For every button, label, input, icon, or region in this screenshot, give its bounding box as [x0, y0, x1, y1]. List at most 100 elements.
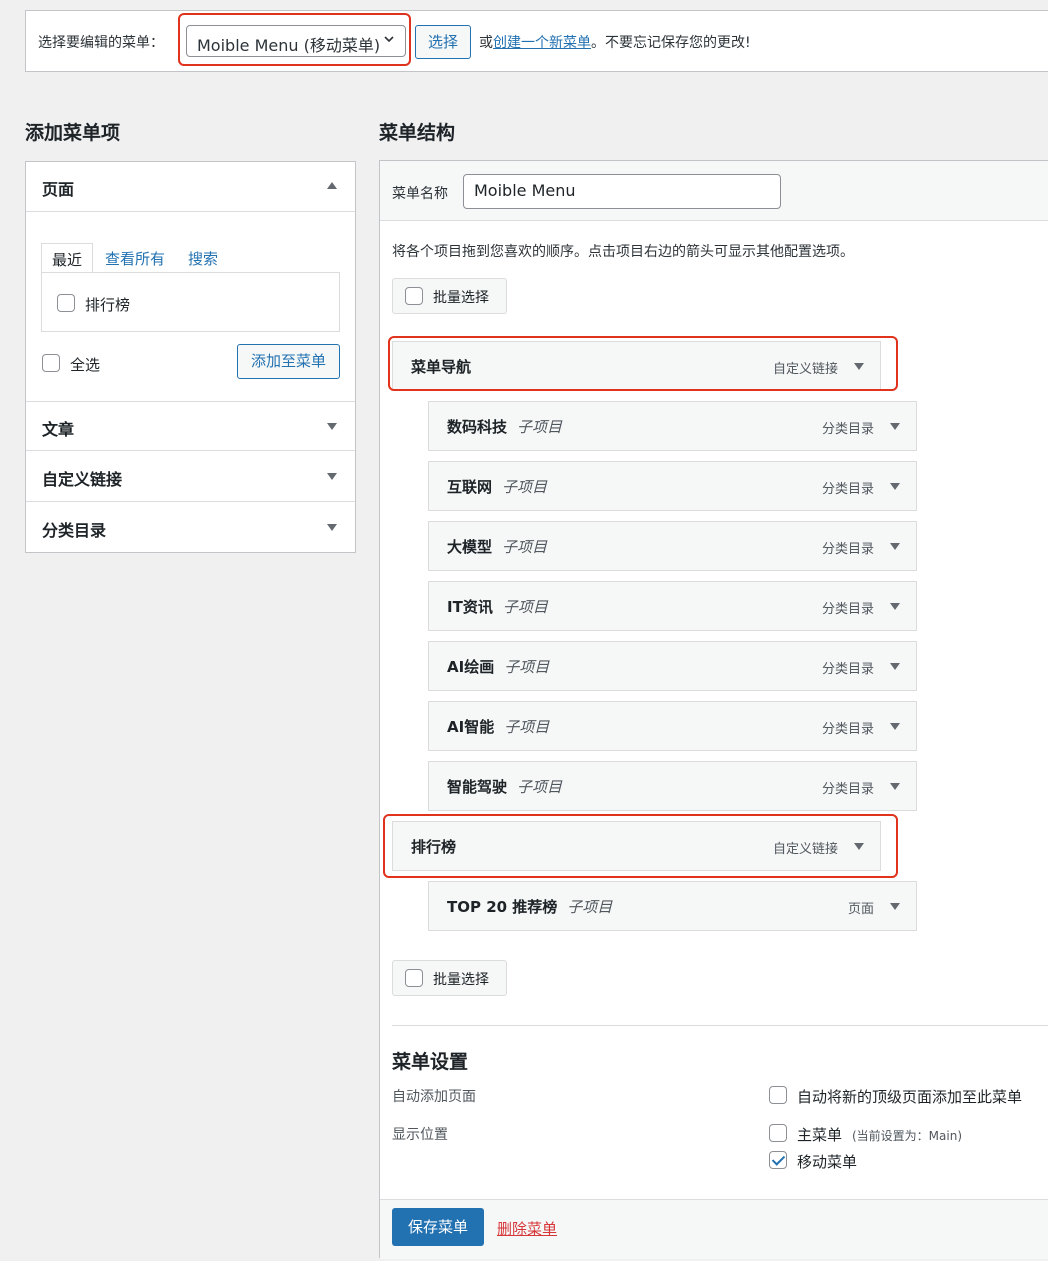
menu-item-title: TOP 20 推荐榜 子项目 — [447, 898, 613, 916]
save-reminder: 。不要忘记保存您的更改! — [591, 35, 751, 51]
menu-name-label: 菜单名称 — [392, 186, 448, 202]
menu-item-title: 互联网 子项目 — [447, 478, 548, 496]
menu-item-sub: 子项目 — [517, 418, 563, 436]
menu-select-value: Moible Menu (移动菜单) — [197, 36, 381, 55]
menu-item-title: IT资讯 子项目 — [447, 598, 548, 616]
menu-item-title: AI绘画 子项目 — [447, 658, 550, 676]
menu-item[interactable]: AI智能 子项目 分类目录 — [428, 701, 917, 751]
menu-item-sub: 子项目 — [502, 538, 548, 556]
menu-select-bar: 选择要编辑的菜单： Moible Menu (移动菜单) 选择 或创建一个新菜单… — [25, 10, 1048, 72]
menu-item-type: 分类目录 — [821, 782, 874, 797]
menu-item-sub: 子项目 — [502, 478, 548, 496]
or-text: 或 — [479, 35, 493, 51]
menu-structure-panel: 菜单名称 Moible Menu 将各个项目拖到您喜欢的顺序。点击项目右边的箭头… — [379, 160, 1048, 1259]
menu-item-type: 分类目录 — [821, 662, 874, 677]
menu-item-title: 大模型 子项目 — [447, 538, 548, 556]
menu-item[interactable]: 互联网 子项目 分类目录 — [428, 461, 917, 511]
menu-item[interactable]: 菜单导航 自定义链接 — [392, 341, 881, 391]
menu-item-sub: 子项目 — [517, 778, 563, 796]
menu-item-type: 分类目录 — [821, 422, 874, 437]
menu-item-title: 排行榜 — [411, 838, 457, 856]
menu-item-type: 分类目录 — [821, 542, 874, 557]
menu-item[interactable]: 数码科技 子项目 分类目录 — [428, 401, 917, 451]
location-label: 显示位置 — [392, 1127, 448, 1143]
add-items-panel: 页面 最近 查看所有 搜索 排行榜 全选 添加至菜单 文章 自定义链接 分类目录 — [25, 161, 356, 553]
expand-arrow-icon[interactable] — [890, 903, 900, 910]
menu-settings-heading: 菜单设置 — [392, 1051, 469, 1073]
menu-item-sub: 子项目 — [567, 898, 613, 916]
expand-arrow-icon[interactable] — [890, 483, 900, 490]
menu-select[interactable]: Moible Menu (移动菜单) — [186, 25, 406, 57]
accordion-pages[interactable]: 页面 — [26, 162, 355, 212]
main-menu-checkbox[interactable] — [769, 1124, 787, 1142]
menu-item-type: 分类目录 — [821, 722, 874, 737]
page-checkbox[interactable] — [57, 294, 75, 312]
expand-arrow-icon[interactable] — [890, 723, 900, 730]
mobile-menu-label: 移动菜单 — [797, 1153, 858, 1171]
expand-arrow-icon — [327, 524, 337, 531]
menu-item-sub: 子项目 — [504, 658, 550, 676]
expand-arrow-icon[interactable] — [890, 663, 900, 670]
save-menu-button[interactable]: 保存菜单 — [392, 1208, 484, 1246]
add-to-menu-button[interactable]: 添加至菜单 — [237, 344, 340, 379]
delete-menu-link[interactable]: 删除菜单 — [497, 1218, 557, 1239]
drag-instructions: 将各个项目拖到您喜欢的顺序。点击项目右边的箭头可显示其他配置选项。 — [392, 244, 854, 260]
expand-arrow-icon[interactable] — [890, 603, 900, 610]
bulk-select-checkbox[interactable] — [405, 287, 423, 305]
menu-item-type: 页面 — [847, 902, 874, 917]
main-menu-label: 主菜单 — [797, 1126, 843, 1144]
expand-arrow-icon[interactable] — [854, 363, 864, 370]
expand-arrow-icon[interactable] — [890, 423, 900, 430]
accordion-custom-links[interactable]: 自定义链接 — [26, 452, 355, 502]
divider — [392, 1025, 1048, 1026]
bulk-select-button[interactable]: 批量选择 — [392, 278, 507, 314]
expand-arrow-icon[interactable] — [854, 843, 864, 850]
menu-item-type: 自定义链接 — [772, 362, 838, 377]
chevron-down-icon — [384, 36, 394, 43]
auto-add-option: 自动将新的顶级页面添加至此菜单 — [797, 1088, 1023, 1106]
menu-item-title: 智能驾驶 子项目 — [447, 778, 563, 796]
menu-item[interactable]: TOP 20 推荐榜 子项目 页面 — [428, 881, 917, 931]
bulk-select-checkbox[interactable] — [405, 969, 423, 987]
select-all-label: 全选 — [70, 356, 101, 374]
menu-item-type: 分类目录 — [821, 602, 874, 617]
menu-structure-heading: 菜单结构 — [379, 122, 456, 144]
menu-name-bar: 菜单名称 Moible Menu — [380, 161, 1048, 221]
expand-arrow-icon[interactable] — [890, 543, 900, 550]
menu-name-input[interactable]: Moible Menu — [463, 174, 781, 209]
menu-item[interactable]: 排行榜 自定义链接 — [392, 821, 881, 871]
menu-item-title: 菜单导航 — [411, 358, 472, 376]
select-menu-label: 选择要编辑的菜单： — [38, 35, 164, 51]
menu-item-sub: 子项目 — [504, 718, 550, 736]
tab-view-all[interactable]: 查看所有 — [105, 248, 165, 269]
auto-add-checkbox[interactable] — [769, 1086, 787, 1104]
menu-item[interactable]: 大模型 子项目 分类目录 — [428, 521, 917, 571]
menu-item-type: 分类目录 — [821, 482, 874, 497]
mobile-menu-checkbox[interactable] — [769, 1151, 787, 1169]
expand-arrow-icon[interactable] — [890, 783, 900, 790]
auto-add-label: 自动添加页面 — [392, 1089, 476, 1105]
select-all-checkbox[interactable] — [42, 354, 60, 372]
menu-item-sub: 子项目 — [502, 598, 548, 616]
menu-item[interactable]: 智能驾驶 子项目 分类目录 — [428, 761, 917, 811]
menu-item-title: 数码科技 子项目 — [447, 418, 563, 436]
collapse-arrow-icon — [327, 182, 337, 189]
pages-list: 排行榜 — [41, 272, 340, 332]
list-item: 排行榜 — [85, 296, 131, 314]
expand-arrow-icon — [327, 473, 337, 480]
accordion-posts[interactable]: 文章 — [26, 401, 355, 451]
accordion-pages-title: 页面 — [42, 180, 75, 199]
bulk-select-button-bottom[interactable]: 批量选择 — [392, 960, 507, 996]
menu-item-type: 自定义链接 — [772, 842, 838, 857]
menu-item[interactable]: AI绘画 子项目 分类目录 — [428, 641, 917, 691]
main-menu-note: (当前设置为：Main) — [852, 1129, 963, 1143]
create-menu-link[interactable]: 创建一个新菜单 — [493, 35, 591, 51]
expand-arrow-icon — [327, 423, 337, 430]
tab-search[interactable]: 搜索 — [188, 248, 218, 269]
menu-item-title: AI智能 子项目 — [447, 718, 550, 736]
menu-item[interactable]: IT资讯 子项目 分类目录 — [428, 581, 917, 631]
add-items-heading: 添加菜单项 — [25, 122, 121, 144]
accordion-categories[interactable]: 分类目录 — [26, 503, 355, 553]
tab-recent[interactable]: 最近 — [41, 243, 93, 273]
select-button[interactable]: 选择 — [415, 25, 471, 59]
